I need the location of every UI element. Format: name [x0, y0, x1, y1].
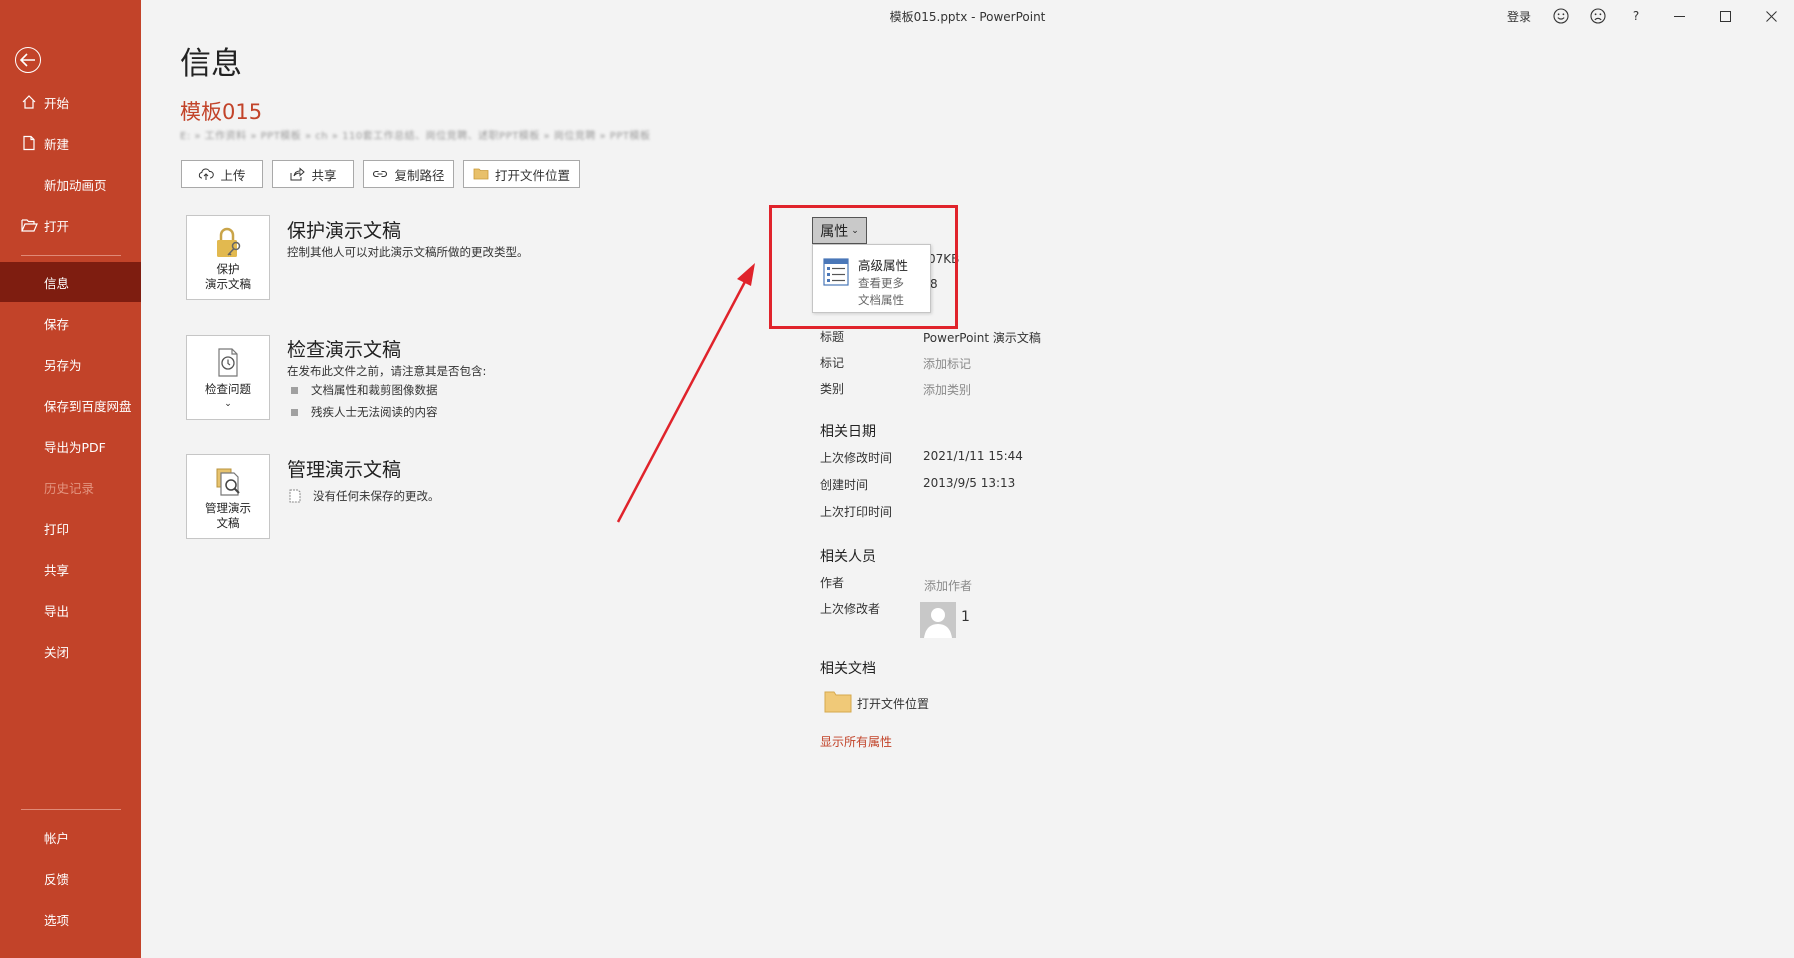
last-modified-by-label: 上次修改者: [820, 602, 881, 616]
created-value: 2013/9/5 13:13: [923, 476, 1016, 490]
annotation-highlight-box: [769, 205, 958, 329]
show-all-properties-link[interactable]: 显示所有属性: [820, 733, 892, 750]
related-documents-heading: 相关文档: [820, 661, 876, 677]
title-label: 标题: [820, 330, 845, 344]
add-author-field[interactable]: 添加作者: [924, 577, 972, 594]
category-field[interactable]: 添加类别: [923, 381, 971, 398]
last-modified-by-value: 1: [961, 609, 970, 625]
related-people-heading: 相关人员: [820, 549, 876, 565]
last-printed-label: 上次打印时间: [820, 505, 893, 519]
folder-icon: [824, 691, 852, 713]
tags-label: 标记: [820, 356, 845, 370]
author-label: 作者: [820, 576, 845, 590]
last-modified-value: 2021/1/11 15:44: [923, 449, 1023, 463]
annotation-arrow: [616, 263, 755, 523]
related-dates-heading: 相关日期: [820, 424, 876, 440]
tags-field[interactable]: 添加标记: [923, 355, 971, 372]
created-label: 创建时间: [820, 478, 869, 492]
title-value[interactable]: PowerPoint 演示文稿: [923, 329, 1041, 346]
last-modified-label: 上次修改时间: [820, 451, 893, 465]
open-location-link[interactable]: 打开文件位置: [857, 695, 929, 712]
avatar: [920, 602, 956, 638]
category-label: 类别: [820, 382, 845, 396]
